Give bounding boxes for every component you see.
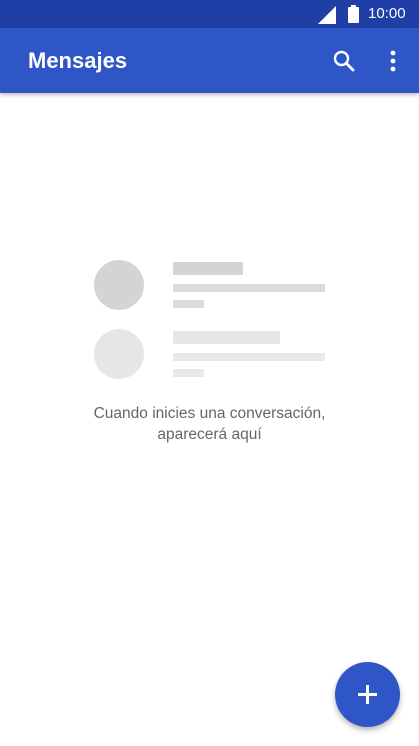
more-options-button[interactable] — [380, 47, 406, 75]
placeholder-avatar — [94, 329, 144, 379]
placeholder-line — [173, 262, 243, 275]
empty-state-line-1: Cuando inicies una conversación, — [93, 405, 326, 422]
placeholder-line — [173, 369, 204, 377]
status-clock: 10:00 — [368, 5, 406, 22]
placeholder-line — [173, 331, 280, 344]
app-bar: Mensajes — [0, 28, 419, 93]
placeholder-avatar — [94, 260, 144, 310]
search-button[interactable] — [330, 47, 358, 75]
empty-state-line-2: aparecerá aquí — [157, 426, 262, 443]
more-vert-icon — [390, 50, 396, 72]
page-title: Mensajes — [28, 48, 128, 73]
search-icon — [333, 50, 355, 72]
placeholder-line — [173, 300, 204, 308]
new-conversation-button[interactable] — [335, 662, 400, 727]
plus-icon — [358, 685, 377, 704]
empty-state-message: Cuando inicies una conversación, aparece… — [0, 403, 419, 445]
signal-icon — [318, 6, 336, 24]
placeholder-conversation-1 — [94, 260, 325, 310]
placeholder-conversation-2 — [94, 329, 325, 379]
status-bar: 10:00 — [0, 0, 419, 28]
placeholder-line — [173, 353, 325, 361]
battery-icon — [348, 5, 359, 23]
placeholder-line — [173, 284, 325, 292]
empty-state-illustration — [94, 260, 325, 379]
